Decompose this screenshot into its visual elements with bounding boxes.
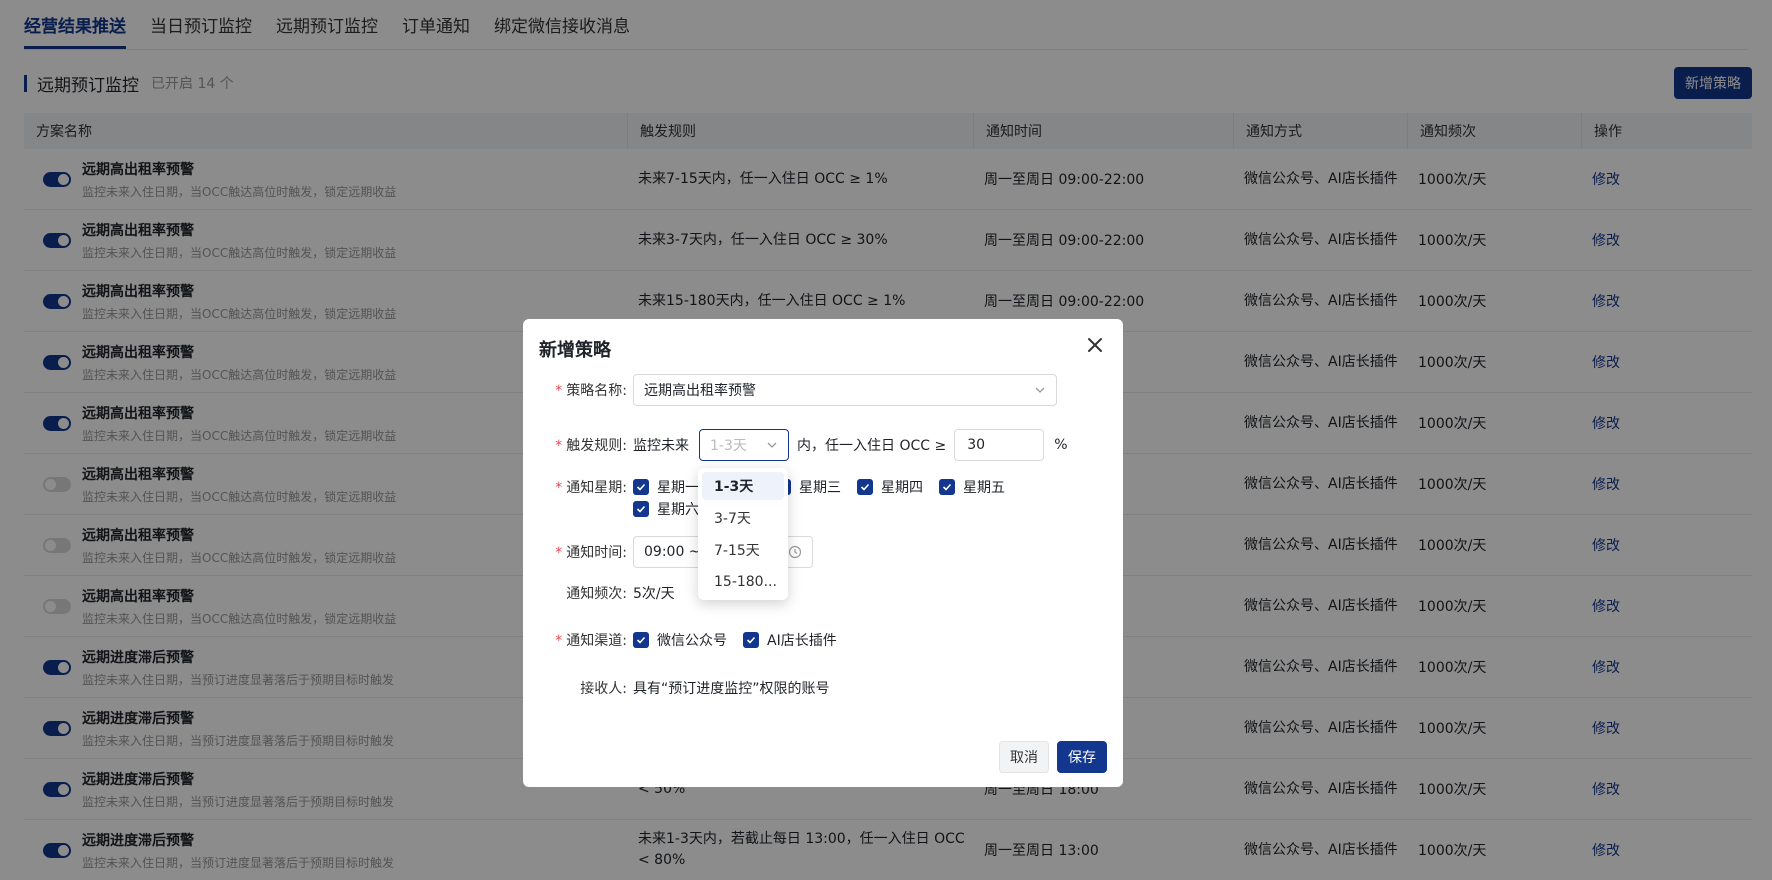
row-receiver: 接收人: 具有“预订进度监控”权限的账号 <box>523 678 830 698</box>
checkbox-monday[interactable] <box>633 479 649 495</box>
notify-time-label: 通知时间: <box>566 545 627 561</box>
rule-mid-text: 内，任一入住日 OCC ≥ <box>797 438 947 454</box>
chevron-down-icon <box>1035 387 1045 393</box>
row-channels: * 通知渠道: 微信公众号 AI店长插件 <box>523 630 853 650</box>
weekday-wednesday-label: 星期三 <box>799 480 841 496</box>
weekday-monday-label: 星期一 <box>657 480 699 496</box>
strategy-name-value: 远期高出租率预警 <box>644 383 756 399</box>
dropdown-option[interactable]: 3-7天 <box>702 504 784 532</box>
modal-title: 新增策略 <box>539 340 611 361</box>
strategy-name-label: 策略名称: <box>566 383 627 399</box>
weekdays-label: 通知星期: <box>566 480 627 496</box>
days-range-select[interactable]: 1-3天 <box>699 429 789 461</box>
weekday-friday-label: 星期五 <box>963 480 1005 496</box>
checkbox-thursday[interactable] <box>857 479 873 495</box>
channel-ai-plugin-label: AI店长插件 <box>767 633 837 649</box>
frequency-value: 5次/天 <box>633 586 675 602</box>
cancel-button[interactable]: 取消 <box>999 741 1049 773</box>
required-mark: * <box>555 545 563 561</box>
trigger-rule-label: 触发规则: <box>566 438 627 454</box>
weekday-thursday-label: 星期四 <box>881 480 923 496</box>
checkbox-wechat-official[interactable] <box>633 632 649 648</box>
dropdown-option[interactable]: 15-180... <box>702 568 784 596</box>
dropdown-option[interactable]: 1-3天 <box>702 472 784 500</box>
checkbox-friday[interactable] <box>939 479 955 495</box>
channels-label: 通知渠道: <box>566 633 627 649</box>
row-trigger-rule: * 触发规则: 监控未来 1-3天 内，任一入住日 OCC ≥ 30 % <box>523 429 1068 461</box>
chevron-down-icon <box>767 442 777 448</box>
checkbox-saturday[interactable] <box>633 501 649 517</box>
occ-threshold-input[interactable]: 30 <box>954 429 1045 461</box>
required-mark: * <box>555 383 563 399</box>
close-icon[interactable] <box>1085 335 1105 355</box>
weekday-saturday-label: 星期六 <box>657 502 699 518</box>
notify-time-value: 09:00 ~ <box>644 544 701 560</box>
save-button[interactable]: 保存 <box>1057 741 1107 773</box>
add-strategy-modal: 新增策略 * 策略名称: 远期高出租率预警 * 触发规则: 监控未来 1-3天 内，… <box>523 319 1123 787</box>
receiver-label: 接收人: <box>580 681 627 697</box>
checkbox-ai-plugin[interactable] <box>743 632 759 648</box>
days-range-dropdown: 1-3天 3-7天 7-15天 15-180... <box>698 468 788 600</box>
frequency-label: 通知频次: <box>566 586 627 602</box>
strategy-name-select[interactable]: 远期高出租率预警 <box>633 374 1057 406</box>
row-strategy-name: * 策略名称: 远期高出租率预警 <box>523 374 1057 406</box>
clock-icon <box>788 545 802 559</box>
days-range-placeholder: 1-3天 <box>710 438 747 454</box>
occ-unit: % <box>1054 437 1068 453</box>
required-mark: * <box>555 480 563 496</box>
required-mark: * <box>555 438 563 454</box>
dropdown-option[interactable]: 7-15天 <box>702 536 784 564</box>
rule-prefix: 监控未来 <box>633 438 689 454</box>
required-mark: * <box>555 633 563 649</box>
channel-wechat-label: 微信公众号 <box>657 633 727 649</box>
receiver-value: 具有“预订进度监控”权限的账号 <box>633 681 830 697</box>
row-frequency: 通知频次: 5次/天 <box>523 583 675 603</box>
